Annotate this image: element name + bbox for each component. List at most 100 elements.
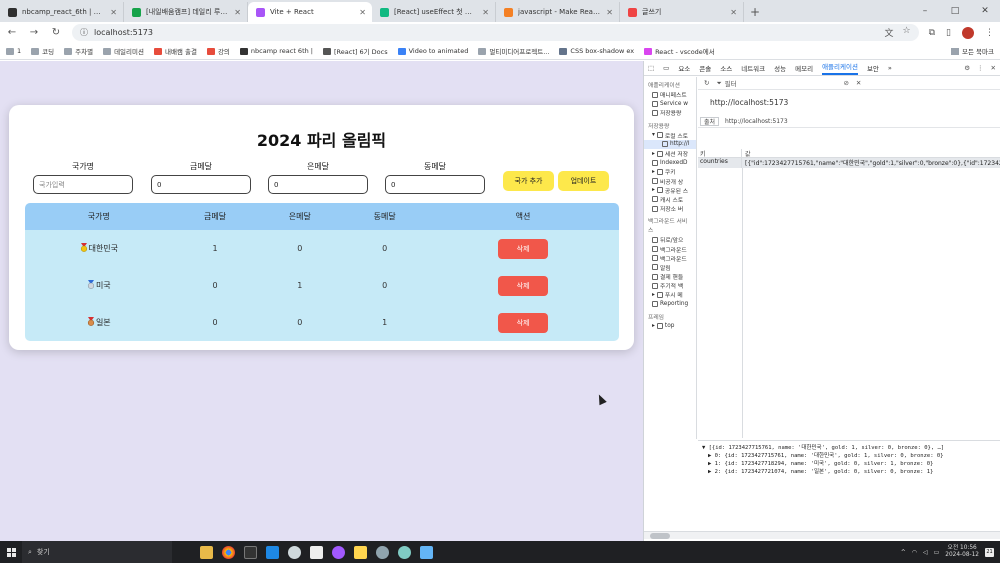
- sidebar-item-manifest[interactable]: 매니페스트: [644, 90, 696, 99]
- close-icon[interactable]: ✕: [991, 64, 996, 72]
- windows-start-icon[interactable]: [0, 541, 22, 563]
- sidebar-item-storage-buckets[interactable]: 저장소 버: [644, 204, 696, 213]
- sidepanel-icon[interactable]: ▯: [946, 28, 951, 38]
- volume-icon[interactable]: ◁: [923, 549, 928, 556]
- devtools-tab-elements[interactable]: 요소: [678, 63, 690, 73]
- refresh-icon[interactable]: ↻: [704, 79, 709, 87]
- gold-input[interactable]: [151, 175, 251, 194]
- bronze-input[interactable]: [385, 175, 485, 194]
- file-explorer-icon[interactable]: [200, 545, 213, 559]
- sidebar-item-indexeddb[interactable]: IndexedD: [644, 158, 696, 167]
- menu-kebab-icon[interactable]: ⋮: [985, 28, 994, 38]
- sidebar-item-payment-handler[interactable]: 결제 핸들: [644, 272, 696, 281]
- silver-input[interactable]: [268, 175, 368, 194]
- bookmark-item[interactable]: 데일리미션: [103, 46, 144, 56]
- devtools-tab-sources[interactable]: 소스: [720, 63, 732, 73]
- snipping-tool-icon[interactable]: [376, 545, 389, 559]
- taskbar-search[interactable]: ⌕ 찾기: [22, 541, 172, 563]
- sidebar-item-session-storage[interactable]: ▸ 세션 저장: [644, 149, 696, 158]
- inspect-icon[interactable]: ⬚: [648, 64, 654, 72]
- preview-line[interactable]: ▼ [{id: 1723427715761, name: '대한민국', gol…: [702, 443, 997, 451]
- bookmark-item[interactable]: nbcamp react 6th |: [239, 47, 313, 55]
- bookmark-item[interactable]: Video to animated: [397, 47, 468, 55]
- notion-icon[interactable]: [310, 545, 323, 559]
- delete-selected-icon[interactable]: ✕: [856, 79, 861, 87]
- preview-line[interactable]: ▶ 2: {id: 1723427721074, name: '일본', gol…: [702, 467, 997, 475]
- sidebar-item-reporting-api[interactable]: Reporting: [644, 300, 696, 309]
- sidebar-item-background-sync[interactable]: 백그라운드: [644, 254, 696, 263]
- preview-line[interactable]: ▶ 1: {id: 1723427718294, name: '미국', gol…: [702, 459, 997, 467]
- delete-button[interactable]: 삭제: [498, 238, 549, 259]
- sidebar-item-private-state[interactable]: 비공개 상: [644, 177, 696, 186]
- table-row[interactable]: countries [{"id":1723427715761,"name":"대…: [698, 158, 1000, 168]
- wifi-icon[interactable]: ◠: [912, 549, 917, 556]
- profile-avatar[interactable]: [962, 26, 974, 39]
- bookmark-item[interactable]: CSS box-shadow ex: [559, 47, 634, 55]
- scrollbar-thumb[interactable]: [650, 533, 670, 539]
- browser-tab[interactable]: javascript - Make React useEff ✕: [496, 2, 620, 22]
- maximize-icon[interactable]: □: [940, 0, 970, 22]
- translate-icon[interactable]: 文: [885, 26, 894, 39]
- reload-icon[interactable]: ↻: [50, 27, 62, 38]
- sidebar-item-storage[interactable]: 저장용량: [644, 108, 696, 117]
- close-window-icon[interactable]: ✕: [970, 0, 1000, 22]
- sidebar-item-push-messaging[interactable]: ▸ 푸시 메: [644, 290, 696, 299]
- update-button[interactable]: 업데이트: [558, 171, 609, 191]
- chrome-icon[interactable]: [222, 545, 235, 559]
- clear-all-icon[interactable]: ⊘: [843, 79, 848, 87]
- bookmark-item[interactable]: 강의: [206, 46, 230, 56]
- terminal-icon[interactable]: [244, 545, 257, 559]
- vscode-icon[interactable]: [266, 545, 279, 559]
- bookmark-item[interactable]: 주차별: [64, 46, 93, 56]
- taskbar-clock[interactable]: 오전 10:56 2024-08-12: [945, 545, 979, 559]
- all-bookmarks[interactable]: 모든 북마크: [951, 46, 994, 56]
- devtools-tab-console[interactable]: 콘솔: [699, 63, 711, 73]
- settings-gear-icon[interactable]: ⚙: [964, 64, 970, 72]
- sidebar-item-bfcache[interactable]: 뒤로/앞으: [644, 235, 696, 244]
- sidebar-item-periodic-sync[interactable]: 주기적 백: [644, 281, 696, 290]
- minimize-icon[interactable]: –: [910, 0, 940, 22]
- paint-icon[interactable]: [398, 545, 411, 559]
- devtools-tab-memory[interactable]: 메모리: [795, 63, 813, 73]
- back-arrow-icon[interactable]: ←: [6, 27, 18, 38]
- site-info-icon[interactable]: ⓘ: [80, 27, 88, 38]
- sidebar-item-cache-storage[interactable]: 캐시 스토: [644, 195, 696, 204]
- sidebar-item-localhost[interactable]: http://l: [644, 139, 696, 149]
- devtools-tab-network[interactable]: 네트워크: [741, 63, 765, 73]
- battery-icon[interactable]: ▭: [934, 549, 940, 556]
- notification-badge[interactable]: 21: [985, 547, 994, 557]
- sidebar-item-notifications[interactable]: 알림: [644, 263, 696, 272]
- devtools-tab-security[interactable]: 보안: [867, 63, 879, 73]
- app-icon[interactable]: [420, 545, 433, 559]
- sticky-notes-icon[interactable]: [354, 545, 367, 559]
- delete-button[interactable]: 삭제: [498, 312, 549, 333]
- bookmark-item[interactable]: 1: [6, 47, 21, 55]
- close-icon[interactable]: ✕: [359, 8, 366, 17]
- preview-line[interactable]: ▶ 0: {id: 1723427715761, name: '대한민국', g…: [702, 451, 997, 459]
- bookmark-star-icon[interactable]: ☆: [903, 26, 911, 39]
- devtools-tab-application[interactable]: 애플리케이션: [822, 61, 858, 75]
- figma-icon[interactable]: [332, 545, 345, 559]
- close-icon[interactable]: ✕: [110, 8, 117, 17]
- sidebar-item-background-fetch[interactable]: 백그라운드: [644, 244, 696, 254]
- horizontal-scrollbar[interactable]: [644, 531, 1000, 539]
- forward-arrow-icon[interactable]: →: [28, 27, 40, 38]
- country-input[interactable]: [33, 175, 133, 194]
- delete-button[interactable]: 삭제: [498, 275, 549, 296]
- browser-tab[interactable]: [React] useEffect 첫 렌더링 시 ✕: [372, 2, 496, 22]
- chevron-up-icon[interactable]: ^: [901, 549, 906, 556]
- sidebar-item-cookies[interactable]: ▸ 쿠키: [644, 167, 696, 176]
- sidebar-item-shared-storage[interactable]: ▸ 공유된 스: [644, 186, 696, 195]
- close-icon[interactable]: ✕: [482, 8, 489, 17]
- sidebar-item-local-storage[interactable]: ▾ 로컬 스토: [644, 131, 696, 140]
- browser-tab[interactable]: 글쓰기 ✕: [620, 2, 744, 22]
- browser-tab[interactable]: nbcamp_react_6th | 일고 ✕: [0, 2, 124, 22]
- close-icon[interactable]: ✕: [730, 8, 737, 17]
- bookmark-item[interactable]: 코딩: [31, 46, 54, 56]
- address-bar[interactable]: ⓘ localhost:5173 文 ☆: [72, 24, 919, 41]
- add-country-button[interactable]: 국가 추가: [503, 171, 554, 191]
- new-tab-button[interactable]: +: [744, 2, 766, 22]
- menu-kebab-icon[interactable]: ⋮: [977, 64, 984, 72]
- bookmark-item[interactable]: 멀티미디어프로젝트...: [478, 46, 549, 56]
- extensions-icon[interactable]: ⧉: [929, 28, 935, 38]
